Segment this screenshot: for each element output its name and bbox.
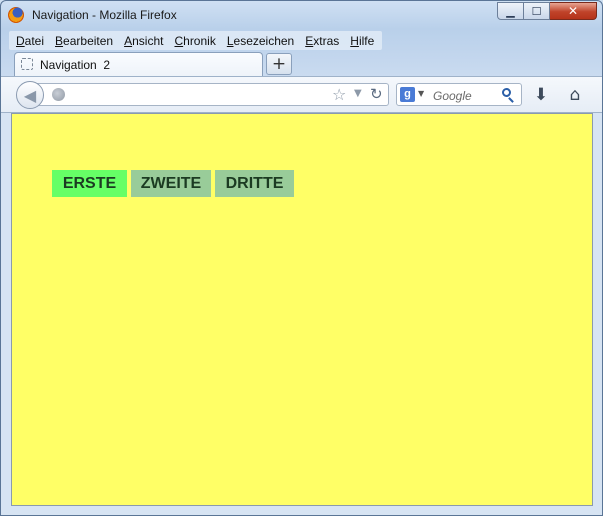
engine-dropdown-icon[interactable]: ▼ [418,89,424,98]
home-icon[interactable]: ⌂ [564,85,586,105]
window-title: Navigation - Mozilla Firefox [32,8,177,22]
url-bar[interactable]: ☆ ▼ ↻ [31,83,389,106]
url-input[interactable] [72,86,316,105]
menu-hilfe[interactable]: Hilfe [345,31,380,50]
menu-bearbeiten[interactable]: Bearbeiten [50,31,119,50]
tab-title: Navigation 2 [40,58,111,72]
back-arrow-icon: ◀ [23,85,37,105]
new-tab-button[interactable]: + [266,53,292,75]
blank-page-icon [21,58,33,70]
menu-extras[interactable]: Extras [300,31,345,50]
search-bar[interactable]: g ▼ [396,83,522,106]
menu-bar: Datei Bearbeiten Ansicht Chronik Lesezei… [9,31,383,50]
site-navigation: ERSTE ZWEITE DRITTE [52,170,298,197]
title-bar[interactable]: Navigation - Mozilla Firefox ▁ ☐ ✕ [1,1,602,29]
browser-window: Navigation - Mozilla Firefox ▁ ☐ ✕ Datei… [0,0,603,516]
navigation-toolbar: ◀ ☆ ▼ ↻ g ▼ ⬇ ⌂ [1,76,602,113]
firefox-logo-icon [8,7,24,23]
nav-link-dritte[interactable]: DRITTE [215,170,294,197]
bookmark-star-icon[interactable]: ☆ [332,85,346,104]
maximize-button[interactable]: ☐ [524,2,550,20]
google-engine-icon[interactable]: g [400,87,415,102]
tab-navigation[interactable]: Navigation 2 [14,52,263,77]
download-icon[interactable]: ⬇ [531,85,551,105]
history-dropdown-icon[interactable]: ▼ [354,88,362,99]
menu-datei[interactable]: Datei [11,31,50,50]
search-input[interactable] [431,86,505,105]
back-button[interactable]: ◀ [16,81,44,109]
tab-strip: Navigation 2 + [1,51,602,77]
globe-icon [52,88,65,101]
menu-chronik[interactable]: Chronik [169,31,221,50]
close-button[interactable]: ✕ [550,2,597,20]
nav-link-erste[interactable]: ERSTE [52,170,127,197]
menu-ansicht[interactable]: Ansicht [119,31,169,50]
reload-icon[interactable]: ↻ [370,85,383,103]
search-icon[interactable] [502,88,511,97]
nav-link-zweite[interactable]: ZWEITE [131,170,211,197]
minimize-button[interactable]: ▁ [497,2,524,20]
menu-lesezeichen[interactable]: Lesezeichen [222,31,300,50]
page-content: ERSTE ZWEITE DRITTE [11,113,593,506]
window-controls: ▁ ☐ ✕ [497,2,597,20]
